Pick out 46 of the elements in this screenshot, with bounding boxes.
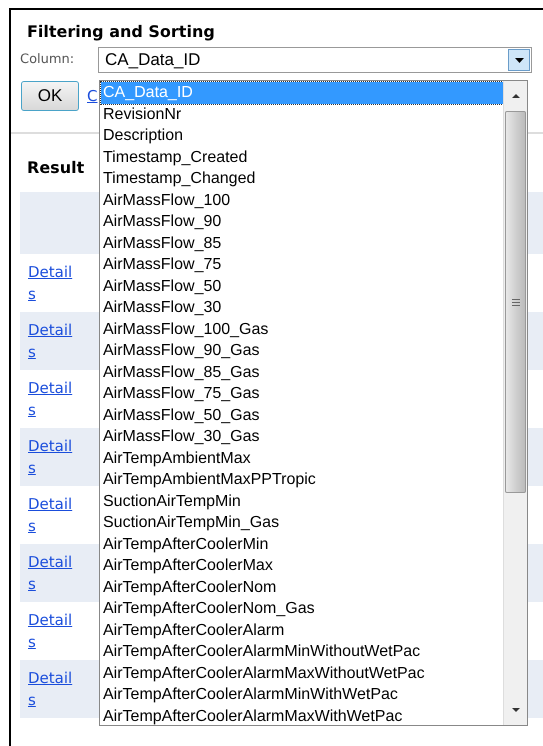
dropdown-option[interactable]: AirMassFlow_30 xyxy=(101,297,503,318)
details-link[interactable]: Details xyxy=(28,667,76,711)
dropdown-option[interactable]: AirMassFlow_85 xyxy=(101,232,503,254)
dropdown-option[interactable]: AirMassFlow_75_Gas xyxy=(101,383,503,404)
dropdown-option[interactable]: AirTempAfterCoolerAlarmMaxWithWetPac xyxy=(101,706,503,727)
dropdown-option[interactable]: Description xyxy=(101,125,503,146)
dropdown-option[interactable]: AirMassFlow_50 xyxy=(101,276,503,297)
dropdown-option[interactable]: AirTempAmbientMax xyxy=(101,448,503,469)
dropdown-option[interactable]: AirMassFlow_90_Gas xyxy=(101,340,503,362)
dropdown-option[interactable]: RevisionNr xyxy=(101,104,503,125)
dropdown-option[interactable]: AirTempAfterCoolerAlarmMinWithoutWetPac xyxy=(101,641,503,662)
dropdown-option[interactable]: AirMassFlow_75 xyxy=(101,254,503,276)
dropdown-option[interactable]: AirTempAfterCoolerAlarmMaxWithoutWetPac xyxy=(101,662,503,684)
scroll-thumb[interactable] xyxy=(505,111,526,493)
dropdown-option[interactable]: AirTempAfterCoolerNom xyxy=(101,576,503,598)
details-link[interactable]: Details xyxy=(28,551,76,595)
results-heading: Result xyxy=(27,158,84,177)
dropdown-option[interactable]: SuctionAirTempMin xyxy=(101,490,503,512)
details-link[interactable]: Details xyxy=(28,609,76,653)
dropdown-option[interactable]: AirMassFlow_90 xyxy=(101,211,503,232)
section-title: Filtering and Sorting xyxy=(26,21,216,43)
dropdown-option[interactable]: AirTempAfterCoolerAlarmMinWithWetPac xyxy=(101,684,503,706)
dropdown-option[interactable]: AirTempAfterCoolerMin xyxy=(101,534,503,555)
dropdown-option[interactable]: AirMassFlow_85_Gas xyxy=(101,362,503,383)
dropdown-option[interactable]: AirMassFlow_100 xyxy=(101,190,503,211)
column-label: Column: xyxy=(20,51,76,70)
scrollbar[interactable] xyxy=(503,81,527,725)
dropdown-option[interactable]: Timestamp_Changed xyxy=(101,168,503,190)
dropdown-option[interactable]: AirMassFlow_50_Gas xyxy=(101,404,503,426)
details-link[interactable]: Details xyxy=(28,319,76,363)
ok-button[interactable]: OK xyxy=(21,81,79,111)
details-link[interactable]: Details xyxy=(28,261,76,305)
dropdown-option[interactable]: AirTempAfterCoolerAlarm xyxy=(101,620,503,641)
dropdown-option[interactable]: AirTempAfterCoolerNom_Gas xyxy=(101,598,503,620)
dropdown-option[interactable]: AirMassFlow_30_Gas xyxy=(101,426,503,448)
details-link[interactable]: Details xyxy=(28,377,76,421)
details-link[interactable]: Details xyxy=(28,435,76,479)
dropdown-option[interactable]: AirMassFlow_100_Gas xyxy=(101,318,503,340)
dropdown-option[interactable]: Timestamp_Created xyxy=(101,146,503,168)
details-link[interactable]: Details xyxy=(28,493,76,537)
dropdown-option[interactable]: AirTempAmbientMaxPPTropic xyxy=(101,469,503,490)
dropdown-option[interactable]: AirTempAfterCoolerMax xyxy=(101,555,503,576)
dropdown-option[interactable]: SuctionAirTempMin_Gas xyxy=(101,512,503,534)
link[interactable]: C xyxy=(87,84,98,108)
dropdown-caret-icon[interactable] xyxy=(508,49,530,71)
column-select[interactable]: CA_Data_ID xyxy=(98,47,532,73)
